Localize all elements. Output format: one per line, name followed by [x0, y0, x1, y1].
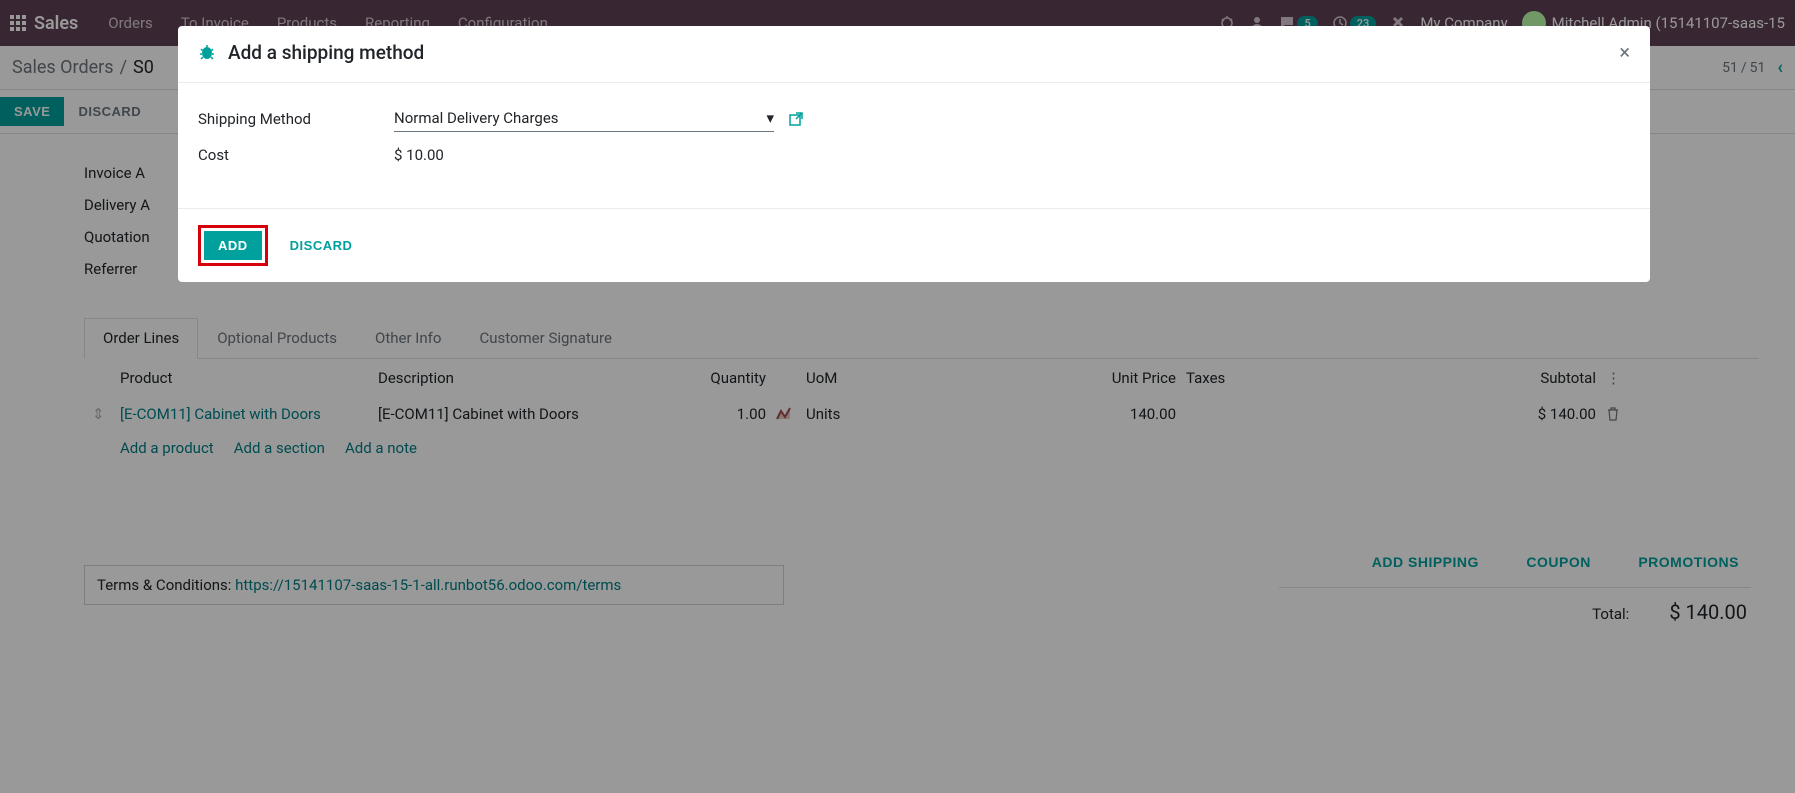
modal-add-button[interactable]: ADD: [204, 231, 262, 260]
add-button-highlight: ADD: [198, 225, 268, 266]
modal-footer: ADD DISCARD: [178, 208, 1650, 282]
shipping-method-value: Normal Delivery Charges: [394, 109, 559, 127]
bug-icon[interactable]: [198, 43, 216, 61]
cost-value: $ 10.00: [394, 146, 444, 164]
shipping-method-label: Shipping Method: [198, 110, 394, 128]
caret-down-icon: ▾: [766, 109, 774, 127]
external-link-icon[interactable]: [788, 111, 804, 127]
modal-title: Add a shipping method: [228, 41, 424, 64]
modal-body: Shipping Method Normal Delivery Charges …: [178, 83, 1650, 208]
modal-header: Add a shipping method ×: [178, 26, 1650, 83]
close-icon[interactable]: ×: [1619, 40, 1630, 64]
cost-label: Cost: [198, 146, 394, 164]
add-shipping-modal: Add a shipping method × Shipping Method …: [178, 26, 1650, 282]
shipping-method-select[interactable]: Normal Delivery Charges ▾: [394, 105, 774, 132]
modal-discard-button[interactable]: DISCARD: [276, 231, 367, 260]
